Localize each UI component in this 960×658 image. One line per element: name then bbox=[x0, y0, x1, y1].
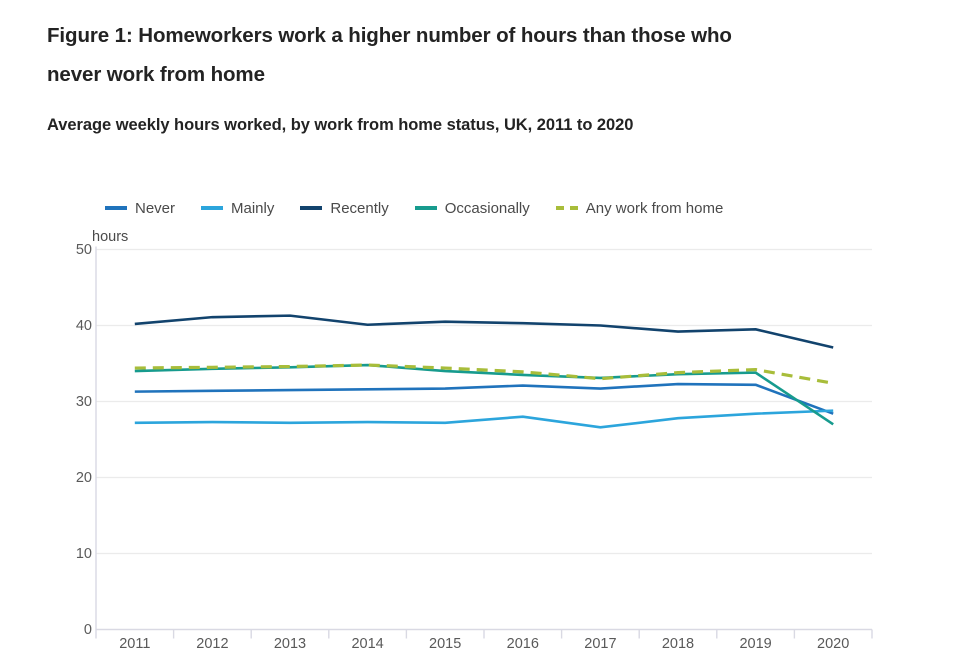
x-axis-tick-2019: 2019 bbox=[739, 636, 772, 652]
x-axis-tick-2012: 2012 bbox=[196, 636, 229, 652]
x-axis-tick-2013: 2013 bbox=[273, 636, 307, 652]
x-axis-tick-2011: 2011 bbox=[119, 636, 151, 652]
x-axis-tick-2018: 2018 bbox=[661, 636, 695, 652]
x-axis-tick-2020: 2020 bbox=[817, 636, 850, 652]
x-axis-tick-2014: 2014 bbox=[351, 636, 384, 652]
x-axis-tick-2017: 2017 bbox=[584, 636, 617, 652]
x-axis-tick-2016: 2016 bbox=[506, 636, 539, 652]
x-axis-tick-labels: 2011 2012 2013 2014 2015 2016 2017 2018 2019 2020 bbox=[0, 0, 960, 658]
x-axis-tick-2015: 2015 bbox=[429, 636, 462, 652]
figure-container: Figure 1: Homeworkers work a higher numb… bbox=[0, 0, 960, 658]
